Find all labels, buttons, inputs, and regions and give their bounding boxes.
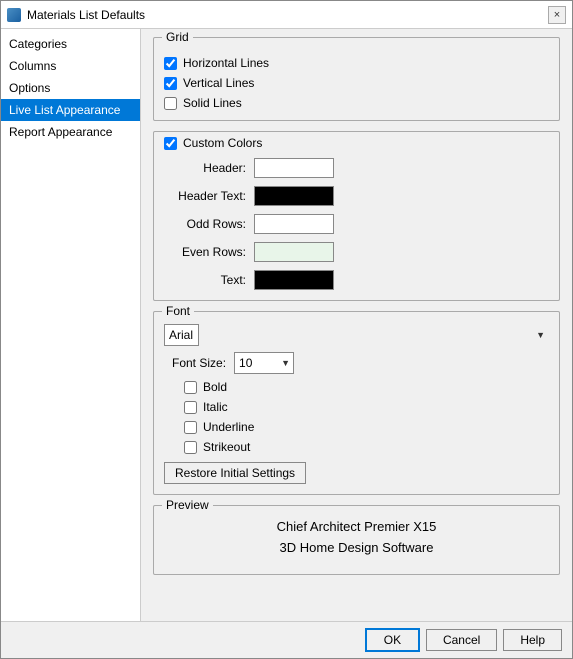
ok-button[interactable]: OK (365, 628, 420, 652)
text-color-picker[interactable] (254, 270, 334, 290)
main-panel: Grid Horizontal Lines Vertical Lines Sol… (141, 29, 572, 621)
custom-colors-header: Custom Colors (164, 136, 549, 150)
font-size-row: Font Size: 10 (164, 352, 549, 374)
grid-group: Grid Horizontal Lines Vertical Lines Sol… (153, 37, 560, 121)
header-color-row: Header: (164, 158, 549, 178)
custom-colors-title: Custom Colors (183, 136, 262, 150)
content-area: Categories Columns Options Live List App… (1, 29, 572, 621)
title-bar: Materials List Defaults × (1, 1, 572, 29)
underline-row: Underline (184, 420, 549, 434)
text-color-row: Text: (164, 270, 549, 290)
font-checkboxes: Bold Italic Underline Strikeout (164, 380, 549, 454)
horizontal-lines-row: Horizontal Lines (164, 56, 549, 70)
sidebar-item-columns[interactable]: Columns (1, 55, 140, 77)
preview-section: Preview Chief Architect Premier X15 3D H… (153, 505, 560, 575)
preview-line1: Chief Architect Premier X15 (277, 517, 437, 538)
header-text-color-label: Header Text: (164, 189, 254, 203)
odd-rows-color-row: Odd Rows: (164, 214, 549, 234)
even-rows-color-row: Even Rows: (164, 242, 549, 262)
strikeout-row: Strikeout (184, 440, 549, 454)
sidebar-item-live-list[interactable]: Live List Appearance (1, 99, 140, 121)
header-text-color-row: Header Text: (164, 186, 549, 206)
strikeout-checkbox[interactable] (184, 441, 197, 454)
vertical-lines-row: Vertical Lines (164, 76, 549, 90)
sidebar-item-categories[interactable]: Categories (1, 33, 140, 55)
bold-label: Bold (203, 380, 227, 394)
sidebar-item-options[interactable]: Options (1, 77, 140, 99)
odd-rows-color-label: Odd Rows: (164, 217, 254, 231)
horizontal-lines-checkbox[interactable] (164, 57, 177, 70)
dialog-window: Materials List Defaults × Categories Col… (0, 0, 573, 659)
preview-line2: 3D Home Design Software (277, 538, 437, 559)
grid-title: Grid (162, 30, 193, 44)
even-rows-color-picker[interactable] (254, 242, 334, 262)
strikeout-label: Strikeout (203, 440, 250, 454)
italic-checkbox[interactable] (184, 401, 197, 414)
bold-checkbox[interactable] (184, 381, 197, 394)
header-color-picker[interactable] (254, 158, 334, 178)
font-group: Font Arial Font Size: 10 (153, 311, 560, 495)
font-select-wrapper: Arial (164, 324, 549, 346)
text-color-label: Text: (164, 273, 254, 287)
header-text-color-picker[interactable] (254, 186, 334, 206)
italic-row: Italic (184, 400, 549, 414)
sidebar: Categories Columns Options Live List App… (1, 29, 141, 621)
font-size-select[interactable]: 10 (234, 352, 294, 374)
footer-bar: OK Cancel Help (1, 621, 572, 658)
solid-lines-label: Solid Lines (183, 96, 242, 110)
preview-title: Preview (162, 498, 213, 512)
odd-rows-color-picker[interactable] (254, 214, 334, 234)
header-color-label: Header: (164, 161, 254, 175)
font-title: Font (162, 304, 194, 318)
underline-checkbox[interactable] (184, 421, 197, 434)
font-name-select[interactable]: Arial (164, 324, 199, 346)
window-title: Materials List Defaults (27, 8, 145, 22)
bold-row: Bold (184, 380, 549, 394)
sidebar-item-report[interactable]: Report Appearance (1, 121, 140, 143)
vertical-lines-checkbox[interactable] (164, 77, 177, 90)
preview-text: Chief Architect Premier X15 3D Home Desi… (277, 517, 437, 559)
help-button[interactable]: Help (503, 629, 562, 651)
window-icon (7, 8, 21, 22)
custom-colors-group: Custom Colors Header: Header Text: Odd R… (153, 131, 560, 301)
custom-colors-checkbox[interactable] (164, 137, 177, 150)
font-size-label: Font Size: (172, 356, 226, 370)
even-rows-color-label: Even Rows: (164, 245, 254, 259)
close-button[interactable]: × (548, 6, 566, 24)
title-bar-left: Materials List Defaults (7, 8, 145, 22)
font-size-wrapper: 10 (234, 352, 294, 374)
horizontal-lines-label: Horizontal Lines (183, 56, 269, 70)
solid-lines-row: Solid Lines (164, 96, 549, 110)
solid-lines-checkbox[interactable] (164, 97, 177, 110)
cancel-button[interactable]: Cancel (426, 629, 497, 651)
vertical-lines-label: Vertical Lines (183, 76, 254, 90)
font-name-row: Arial (164, 324, 549, 346)
restore-button[interactable]: Restore Initial Settings (164, 462, 306, 484)
underline-label: Underline (203, 420, 254, 434)
italic-label: Italic (203, 400, 228, 414)
